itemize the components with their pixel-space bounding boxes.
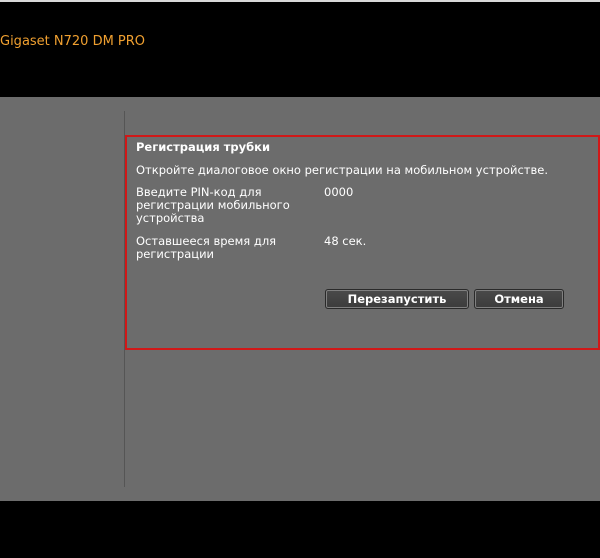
header-bar: Gigaset N720 DM PRO — [0, 2, 600, 97]
cancel-button[interactable]: Отмена — [474, 289, 564, 309]
remaining-time-label: Оставшееся время для регистрации — [136, 234, 277, 261]
footer-bar — [0, 501, 600, 558]
pin-value: 0000 — [324, 185, 354, 199]
handset-registration-dialog: Регистрация трубки Откройте диалоговое о… — [125, 135, 600, 350]
remaining-time-value: 48 сек. — [324, 234, 367, 248]
pin-label: Введите PIN-код для регистрации мобильно… — [136, 185, 290, 225]
dialog-title: Регистрация трубки — [136, 140, 271, 154]
dialog-message: Откройте диалоговое окно регистрации на … — [136, 163, 548, 177]
main-content: Регистрация трубки Откройте диалоговое о… — [0, 97, 600, 501]
product-name: Gigaset N720 DM PRO — [0, 34, 146, 49]
restart-button[interactable]: Перезапустить — [325, 289, 469, 309]
